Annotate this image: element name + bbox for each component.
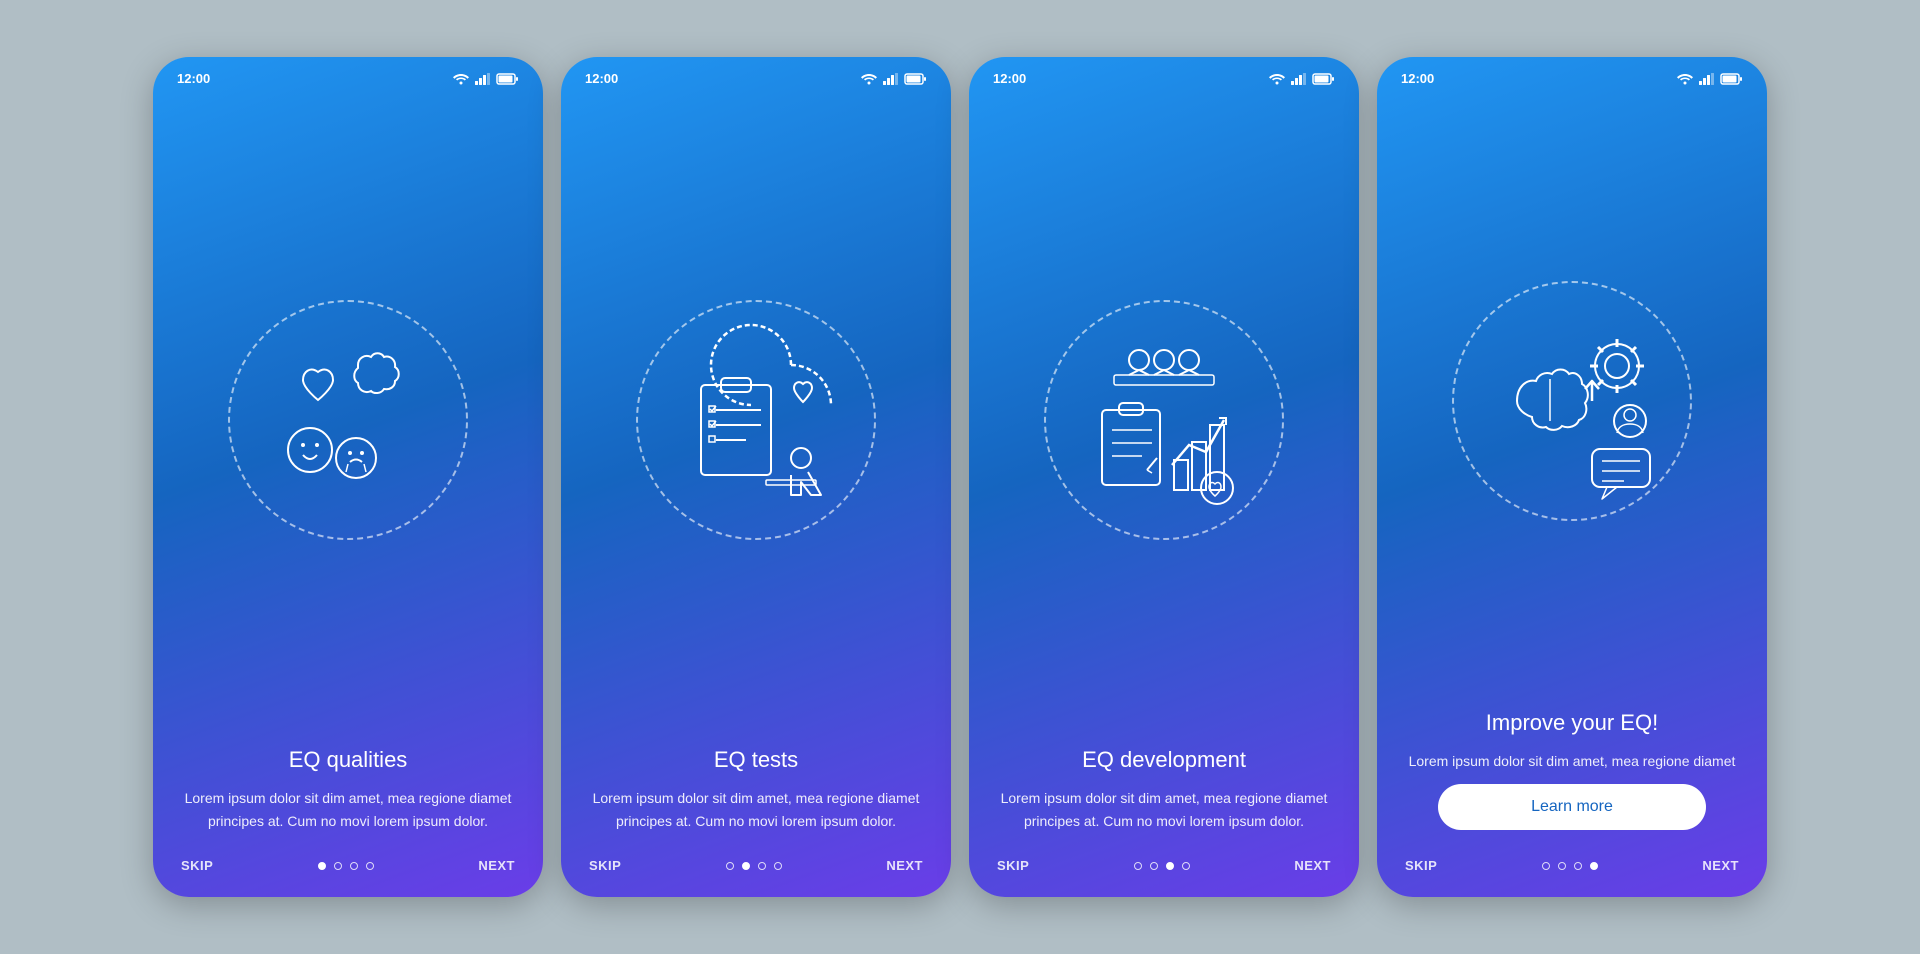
next-1[interactable]: NEXT xyxy=(478,858,515,873)
screen3-svg xyxy=(1054,310,1274,530)
dot-3-1[interactable] xyxy=(1134,862,1142,870)
dot-2-4[interactable] xyxy=(774,862,782,870)
dot-3-4[interactable] xyxy=(1182,862,1190,870)
signal-icon-3 xyxy=(1291,73,1307,85)
dashed-circle-4 xyxy=(1452,281,1692,521)
nav-bar-1: SKIP NEXT xyxy=(153,842,543,897)
screen-4: 12:00 xyxy=(1377,57,1767,897)
dot-4-2[interactable] xyxy=(1558,862,1566,870)
battery-icon-3 xyxy=(1313,73,1335,85)
skip-4[interactable]: SKIP xyxy=(1405,858,1437,873)
body-2: Lorem ipsum dolor sit dim amet, mea regi… xyxy=(589,787,923,832)
status-bar-3: 12:00 xyxy=(969,57,1359,92)
screen-3: 12:00 xyxy=(969,57,1359,897)
screen-1: 12:00 xyxy=(153,57,543,897)
dashed-circle-1 xyxy=(228,300,468,540)
status-icons-4 xyxy=(1677,73,1743,85)
content-3: EQ development Lorem ipsum dolor sit dim… xyxy=(969,737,1359,842)
dots-3 xyxy=(1134,862,1190,870)
screens-container: 12:00 xyxy=(113,17,1807,937)
dot-2-2[interactable] xyxy=(742,862,750,870)
title-1: EQ qualities xyxy=(181,747,515,773)
signal-icon-4 xyxy=(1699,73,1715,85)
dot-3-3[interactable] xyxy=(1166,862,1174,870)
dots-4 xyxy=(1542,862,1598,870)
dot-1-1[interactable] xyxy=(318,862,326,870)
screen2-svg xyxy=(646,310,866,530)
signal-icon-2 xyxy=(883,73,899,85)
battery-icon-2 xyxy=(905,73,927,85)
nav-bar-2: SKIP NEXT xyxy=(561,842,951,897)
dot-4-1[interactable] xyxy=(1542,862,1550,870)
nav-bar-4: SKIP NEXT xyxy=(1377,842,1767,897)
content-4: Improve your EQ! Lorem ipsum dolor sit d… xyxy=(1377,700,1767,842)
dots-1 xyxy=(318,862,374,870)
wifi-icon-3 xyxy=(1269,73,1285,85)
next-2[interactable]: NEXT xyxy=(886,858,923,873)
dashed-circle-3 xyxy=(1044,300,1284,540)
signal-icon xyxy=(475,73,491,85)
screen4-svg xyxy=(1462,291,1682,511)
skip-2[interactable]: SKIP xyxy=(589,858,621,873)
body-3: Lorem ipsum dolor sit dim amet, mea regi… xyxy=(997,787,1331,832)
title-2: EQ tests xyxy=(589,747,923,773)
dot-1-3[interactable] xyxy=(350,862,358,870)
content-1: EQ qualities Lorem ipsum dolor sit dim a… xyxy=(153,737,543,842)
status-bar-2: 12:00 xyxy=(561,57,951,92)
nav-bar-3: SKIP NEXT xyxy=(969,842,1359,897)
body-1: Lorem ipsum dolor sit dim amet, mea regi… xyxy=(181,787,515,832)
dot-2-1[interactable] xyxy=(726,862,734,870)
dot-1-2[interactable] xyxy=(334,862,342,870)
content-2: EQ tests Lorem ipsum dolor sit dim amet,… xyxy=(561,737,951,842)
time-1: 12:00 xyxy=(177,71,210,86)
wifi-icon xyxy=(453,73,469,85)
time-3: 12:00 xyxy=(993,71,1026,86)
wifi-icon-2 xyxy=(861,73,877,85)
next-4[interactable]: NEXT xyxy=(1702,858,1739,873)
icon-area-4 xyxy=(1377,92,1767,700)
dot-1-4[interactable] xyxy=(366,862,374,870)
title-3: EQ development xyxy=(997,747,1331,773)
dashed-circle-2 xyxy=(636,300,876,540)
dot-2-3[interactable] xyxy=(758,862,766,870)
icon-area-3 xyxy=(969,92,1359,737)
time-2: 12:00 xyxy=(585,71,618,86)
battery-icon xyxy=(497,73,519,85)
status-bar-1: 12:00 xyxy=(153,57,543,92)
status-bar-4: 12:00 xyxy=(1377,57,1767,92)
body-4: Lorem ipsum dolor sit dim amet, mea regi… xyxy=(1405,750,1739,772)
time-4: 12:00 xyxy=(1401,71,1434,86)
dot-4-4[interactable] xyxy=(1590,862,1598,870)
status-icons-3 xyxy=(1269,73,1335,85)
wifi-icon-4 xyxy=(1677,73,1693,85)
skip-1[interactable]: SKIP xyxy=(181,858,213,873)
screen-2: 12:00 xyxy=(561,57,951,897)
next-3[interactable]: NEXT xyxy=(1294,858,1331,873)
status-icons-2 xyxy=(861,73,927,85)
skip-3[interactable]: SKIP xyxy=(997,858,1029,873)
dot-4-3[interactable] xyxy=(1574,862,1582,870)
icon-area-1 xyxy=(153,92,543,737)
dots-2 xyxy=(726,862,782,870)
icon-area-2 xyxy=(561,92,951,737)
screen1-svg xyxy=(238,310,458,530)
battery-icon-4 xyxy=(1721,73,1743,85)
dot-3-2[interactable] xyxy=(1150,862,1158,870)
status-icons-1 xyxy=(453,73,519,85)
learn-more-button[interactable]: Learn more xyxy=(1438,784,1705,830)
title-4: Improve your EQ! xyxy=(1405,710,1739,736)
